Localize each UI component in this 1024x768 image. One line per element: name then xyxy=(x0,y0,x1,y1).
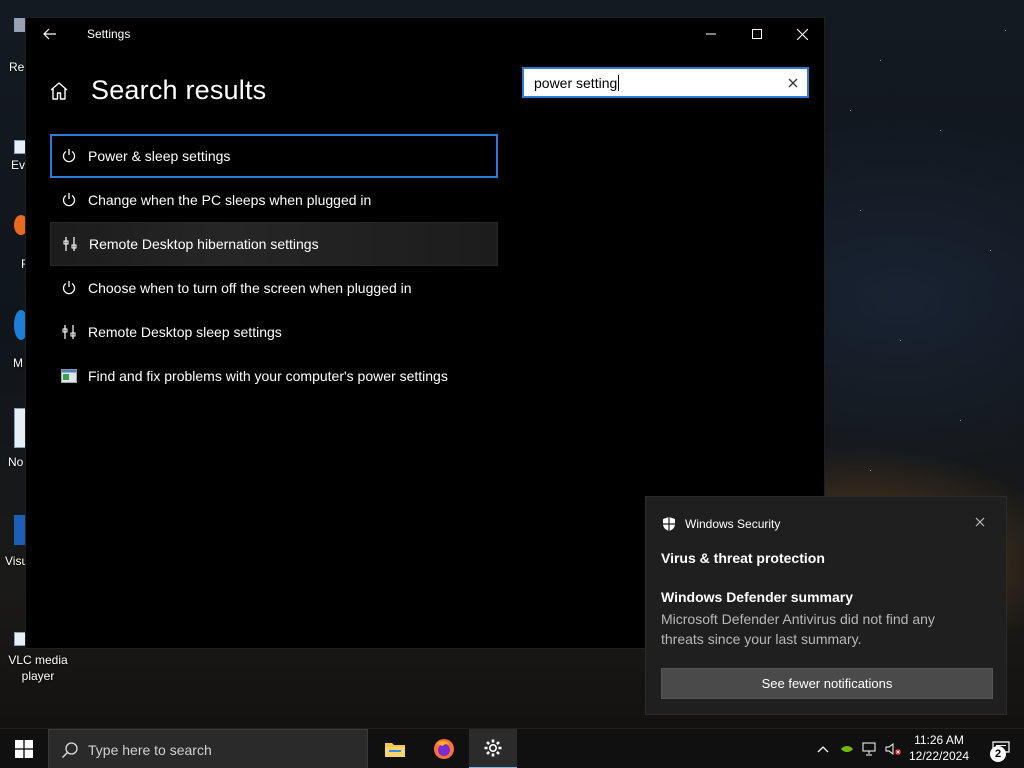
troubleshoot-icon xyxy=(60,367,78,385)
toast-heading: Virus & threat protection xyxy=(661,550,825,566)
close-button[interactable] xyxy=(779,18,825,50)
result-remote-desktop-hibernation[interactable]: Remote Desktop hibernation settings xyxy=(50,222,498,266)
result-turn-off-screen-plugged-in[interactable]: Choose when to turn off the screen when … xyxy=(50,266,498,310)
result-label: Remote Desktop sleep settings xyxy=(88,324,282,340)
search-results-list: Power & sleep settings Change when the P… xyxy=(50,134,498,398)
search-input[interactable]: power setting xyxy=(522,67,809,98)
toast-app-name: Windows Security xyxy=(685,517,781,531)
see-fewer-notifications-button[interactable]: See fewer notifications xyxy=(661,668,993,699)
minimize-icon xyxy=(706,33,716,35)
taskbar-search-placeholder: Type here to search xyxy=(88,742,212,758)
settings-icon xyxy=(484,739,502,757)
home-icon[interactable] xyxy=(48,80,72,104)
shield-icon xyxy=(661,516,677,532)
chevron-up-icon xyxy=(817,746,829,753)
taskbar-file-explorer[interactable] xyxy=(371,729,419,768)
remote-desktop-icon xyxy=(61,235,79,253)
tray-volume[interactable] xyxy=(885,741,901,757)
nvidia-icon xyxy=(841,746,853,752)
taskbar: Type here to search 11:26 AM 12/22/2024 xyxy=(0,728,1024,768)
notification-toast[interactable]: Windows Security Virus & threat protecti… xyxy=(645,496,1007,715)
toast-title: Windows Defender summary xyxy=(661,589,854,605)
firefox-icon xyxy=(434,739,454,759)
start-button[interactable] xyxy=(0,729,48,768)
clear-search-button[interactable] xyxy=(785,75,801,91)
desktop-icon-vlc-label[interactable]: VLC media player xyxy=(2,652,74,684)
clear-icon xyxy=(788,78,798,88)
result-label: Change when the PC sleeps when plugged i… xyxy=(88,192,372,208)
page-title: Search results xyxy=(91,75,267,105)
window-title: Settings xyxy=(87,27,131,41)
close-icon xyxy=(975,517,985,527)
windows-logo-icon xyxy=(15,740,33,758)
result-label: Remote Desktop hibernation settings xyxy=(89,236,319,252)
notification-count-badge: 2 xyxy=(990,746,1006,762)
desktop-icon-label: No xyxy=(8,455,24,469)
remote-desktop-icon xyxy=(60,323,78,341)
result-change-sleep-plugged-in[interactable]: Change when the PC sleeps when plugged i… xyxy=(50,178,498,222)
network-icon xyxy=(862,742,876,756)
result-label: Power & sleep settings xyxy=(88,148,231,164)
toast-close-button[interactable] xyxy=(972,514,988,530)
maximize-icon xyxy=(752,29,762,39)
taskbar-search-box[interactable]: Type here to search xyxy=(48,729,368,768)
result-label: Choose when to turn off the screen when … xyxy=(88,280,412,296)
result-power-sleep-settings[interactable]: Power & sleep settings xyxy=(50,134,498,178)
taskbar-clock[interactable]: 11:26 AM 12/22/2024 xyxy=(904,732,974,764)
search-input-value[interactable]: power setting xyxy=(534,75,619,91)
back-arrow-icon xyxy=(43,28,56,40)
clock-time: 11:26 AM xyxy=(914,733,964,747)
title-bar[interactable]: Settings xyxy=(26,18,824,50)
show-hidden-icons-button[interactable] xyxy=(815,741,831,757)
search-icon xyxy=(61,741,79,759)
result-remote-desktop-sleep[interactable]: Remote Desktop sleep settings xyxy=(50,310,498,354)
power-icon xyxy=(60,191,78,209)
desktop-icon-label: M xyxy=(13,356,23,370)
clock-date: 12/22/2024 xyxy=(908,749,970,763)
power-icon xyxy=(60,147,78,165)
minimize-button[interactable] xyxy=(688,18,734,50)
taskbar-firefox[interactable] xyxy=(420,729,468,768)
tray-network[interactable] xyxy=(862,741,878,757)
file-explorer-icon xyxy=(385,743,405,757)
power-icon xyxy=(60,279,78,297)
tray-nvidia[interactable] xyxy=(839,741,855,757)
taskbar-settings[interactable] xyxy=(469,729,517,768)
result-label: Find and fix problems with your computer… xyxy=(88,368,448,384)
back-button[interactable] xyxy=(34,22,66,46)
close-icon xyxy=(796,28,808,40)
result-troubleshoot-power[interactable]: Find and fix problems with your computer… xyxy=(50,354,498,398)
volume-muted-icon xyxy=(885,743,901,755)
maximize-button[interactable] xyxy=(734,18,780,50)
desktop-icon-label: Re xyxy=(9,60,25,74)
toast-body: Microsoft Defender Antivirus did not fin… xyxy=(661,611,935,647)
